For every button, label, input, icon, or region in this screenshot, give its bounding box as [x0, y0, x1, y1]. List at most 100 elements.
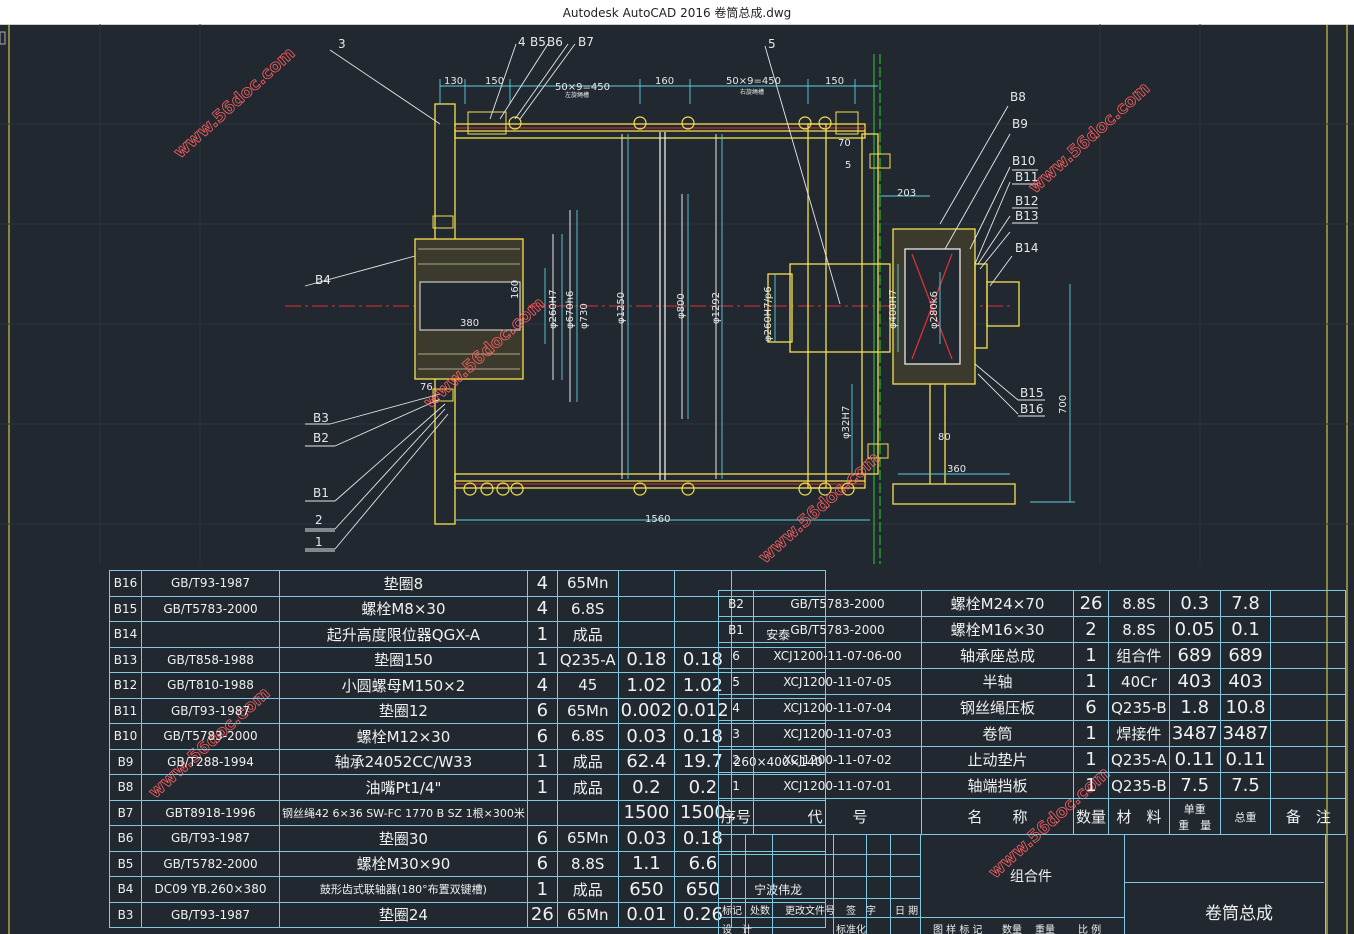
cell-unit: 689 — [1168, 642, 1221, 669]
cell-total: 7.5 — [1219, 772, 1272, 799]
cell-qty: 26 — [526, 901, 558, 928]
cell-total: 3487 — [1219, 720, 1272, 747]
cell-code: GB/T810-1988 — [141, 672, 280, 699]
cell-mat: 成品 — [556, 748, 619, 775]
window-titlebar: Autodesk AutoCAD 2016 卷筒总成.dwg — [0, 0, 1354, 25]
dim-150a: 150 — [485, 76, 504, 87]
cell-mat: 65Mn — [556, 697, 619, 724]
cell-code: GB/T5782-2000 — [141, 850, 280, 877]
dim-360: 360 — [947, 464, 966, 475]
cell-no: B8 — [109, 774, 142, 801]
dim-phi32h7: φ32H7 — [841, 406, 852, 439]
cell-unit: 62.4 — [617, 748, 676, 775]
cell-mat: 成品 — [556, 621, 619, 648]
dim-phi1292: φ1292 — [711, 292, 722, 324]
cell-total: 403 — [1219, 668, 1272, 695]
bottom-label-std: 标准化 — [836, 925, 866, 934]
cell-qty: 6 — [526, 850, 558, 877]
drawing-canvas[interactable]: 3 4 B5 B6 B7 5 B8 B9 B10 B11 B12 B13 B14… — [0, 24, 1354, 934]
label-5: 5 — [768, 37, 776, 51]
cell-no: B11 — [109, 697, 142, 724]
dim-phi260h7: φ260H7 — [548, 289, 559, 329]
cell-no: B2 — [717, 590, 755, 617]
label-b13: B13 — [1015, 209, 1039, 223]
cell-code: GB/T288-1994 — [141, 748, 280, 775]
dim-160: 160 — [655, 76, 674, 87]
viewport-marker[interactable] — [0, 31, 6, 45]
dim-phi400h7: φ400H7 — [888, 289, 899, 329]
label-2: 2 — [315, 513, 323, 527]
cell-no: 4 — [717, 694, 755, 721]
dim-phi1250: φ1250 — [616, 292, 627, 324]
dim-203: 203 — [897, 188, 916, 199]
cell-name: 垫圈8 — [279, 570, 528, 597]
cell-code: XCJ1200-11-07-01 — [753, 772, 923, 799]
cell-no: B7 — [109, 799, 142, 826]
cell-code: GB/T93-1987 — [141, 825, 280, 852]
cell-name: 钢丝绳压板 — [921, 694, 1075, 721]
dim-5: 5 — [845, 160, 851, 171]
cell-unit: 650 — [617, 876, 676, 903]
cell-code: GB/T93-1987 — [141, 901, 280, 928]
window-title: Autodesk AutoCAD 2016 卷筒总成.dwg — [562, 6, 792, 20]
cell-remark — [1270, 642, 1347, 669]
label-b8: B8 — [1010, 90, 1026, 104]
cell-qty: 1 — [526, 748, 558, 775]
cell-unit: 0.01 — [617, 901, 676, 928]
cell-code: GB/T858-1988 — [141, 646, 280, 673]
label-b1: B1 — [313, 486, 329, 500]
cell-unit: 0.03 — [617, 723, 676, 750]
cell-no: B9 — [109, 748, 142, 775]
dim-phi670h6: φ670h6 — [565, 291, 576, 329]
cell-unit: 403 — [1168, 668, 1221, 695]
dim-150b: 150 — [825, 76, 844, 87]
label-b10: B10 — [1012, 154, 1036, 168]
cell-qty: 1 — [1073, 642, 1110, 669]
bottom-label-mark: 图 样 标 记 — [933, 925, 983, 934]
cell-unit: 7.5 — [1168, 772, 1221, 799]
watermark-2: www.56doc.com — [1025, 78, 1154, 197]
cell-qty: 1 — [1073, 772, 1110, 799]
drawing-name: 卷筒总成 — [1205, 904, 1273, 924]
cell-name: 垫圈30 — [279, 825, 528, 852]
cell-mat — [556, 799, 619, 826]
sign-label-date: 日 期 — [895, 906, 919, 917]
cell-remark — [1270, 616, 1347, 643]
cell-code: GBT8918-1996 — [141, 799, 280, 826]
table-row: 5 XCJ1200-11-07-05 半轴 1 40Cr 403 403 — [717, 668, 1347, 695]
header-remark: 备 注 — [1270, 798, 1347, 835]
dim-450b: 50×9=450 — [726, 76, 781, 87]
cell-qty: 4 — [526, 570, 558, 597]
cell-mat: Q235-B — [1108, 772, 1170, 799]
cell-qty: 6 — [526, 825, 558, 852]
cell-qty: 26 — [1073, 590, 1110, 617]
cell-remark — [1270, 720, 1347, 747]
table-row: 3 XCJ1200-11-07-03 卷筒 1 焊接件 3487 3487 — [717, 720, 1347, 747]
header-name: 名 称 — [921, 798, 1075, 835]
cell-no: B4 — [109, 876, 142, 903]
dim-phi260h7p6: φ260H7/p6 — [763, 286, 774, 342]
cell-unit: 1.8 — [1168, 694, 1221, 721]
cell-total: 10.8 — [1219, 694, 1272, 721]
cell-no: B1 — [717, 616, 755, 643]
header-total-label: 总重 — [1234, 810, 1257, 824]
label-b9: B9 — [1012, 117, 1028, 131]
cell-unit: 0.3 — [1168, 590, 1221, 617]
cell-no: 5 — [717, 668, 755, 695]
cell-qty: 4 — [526, 672, 558, 699]
cell-code: GB/T5783-2000 — [753, 590, 923, 617]
cell-name: 鼓形齿式联轴器(180°布置双键槽) — [279, 876, 528, 903]
cell-unit: 0.03 — [617, 825, 676, 852]
cell-name: 油嘴Pt1/4" — [279, 774, 528, 801]
table-row: 2 XCJ1200-11-07-02 止动垫片 1 Q235-A 0.11 0.11 — [717, 746, 1347, 773]
cell-mat: 8.8S — [1108, 616, 1170, 643]
cell-name: 螺栓M24×70 — [921, 590, 1075, 617]
cell-no: 2 — [717, 746, 755, 773]
cell-code: GB/T5783-2000 — [753, 616, 923, 643]
cell-unit — [617, 570, 676, 597]
header-no: 序号 — [717, 798, 755, 835]
table-header-row: 序号代 号名 称数量材 料单重重 量总重备 注 — [717, 798, 1347, 835]
cell-remark — [1270, 772, 1347, 799]
cell-code: XCJ1200-11-07-04 — [753, 694, 923, 721]
cell-no: 6 — [717, 642, 755, 669]
